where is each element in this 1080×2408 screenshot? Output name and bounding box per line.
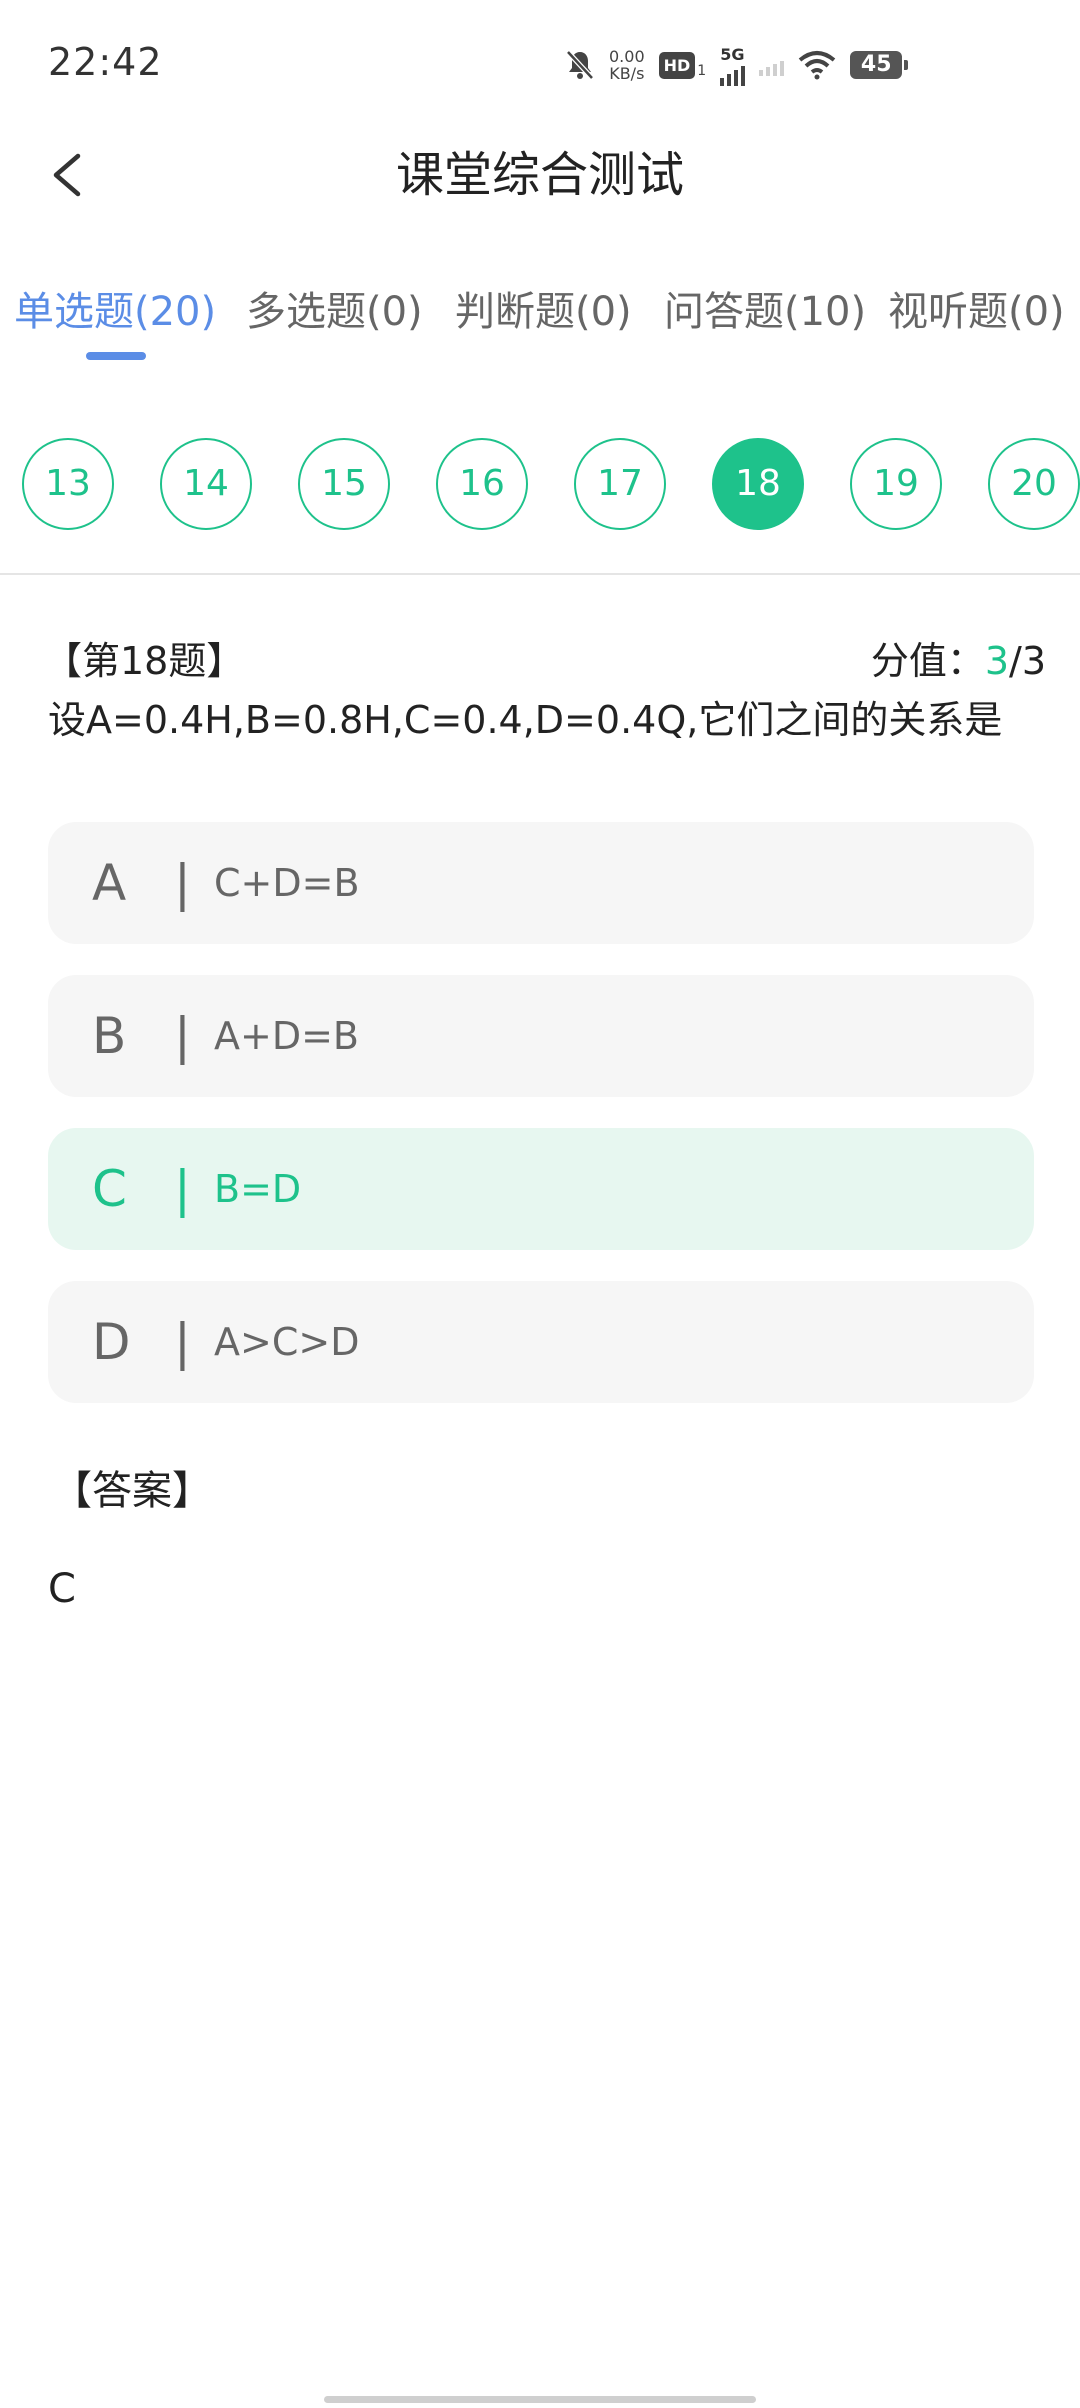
answer-label: 【答案】	[52, 1468, 212, 1514]
option-letter: D	[92, 1313, 131, 1371]
tab-single-choice[interactable]: 单选题(20)	[14, 282, 216, 342]
back-button[interactable]	[40, 140, 100, 210]
option-c[interactable]: C | B=D	[48, 1128, 1034, 1250]
question-number-label: 【第18题】	[44, 639, 245, 683]
question-number-chip[interactable]: 14	[160, 438, 252, 530]
cellular-5g: 5G	[720, 44, 746, 86]
status-bar: 22:42 0.00 KB/s HD 1 5G 45	[0, 0, 1080, 130]
mute-bell-icon	[566, 50, 594, 80]
question-number-chip[interactable]: 17	[574, 438, 666, 530]
option-letter: B	[92, 1007, 127, 1065]
question-number-chip[interactable]: 15	[298, 438, 390, 530]
divider	[0, 573, 1080, 575]
question-number-row: 13 14 15 16 17 18 19 20	[0, 438, 1080, 534]
question-number-chip-active[interactable]: 18	[712, 438, 804, 530]
option-separator: |	[174, 1313, 191, 1371]
status-icons: 0.00 KB/s HD 1 5G 45	[565, 40, 909, 90]
hd-sub: 1	[697, 62, 707, 79]
tab-multiple-choice[interactable]: 多选题(0)	[246, 282, 423, 342]
option-text: C+D=B	[214, 861, 360, 905]
network-type: 5G	[720, 44, 745, 64]
speed-unit: KB/s	[609, 64, 645, 83]
score-total: /3	[1009, 639, 1046, 683]
page-title: 课堂综合测试	[395, 147, 684, 203]
hd-icon: HD	[658, 51, 696, 79]
signal-bars-icon	[720, 64, 746, 86]
home-indicator[interactable]	[324, 2396, 756, 2403]
tab-audio-visual[interactable]: 视听题(0)	[888, 282, 1065, 342]
question-number-chip[interactable]: 19	[850, 438, 942, 530]
wifi-icon	[798, 51, 836, 80]
option-b[interactable]: B | A+D=B	[48, 975, 1034, 1097]
option-separator: |	[174, 1007, 191, 1065]
option-text: B=D	[214, 1167, 302, 1211]
question-text: 设A=0.4H,B=0.8H,C=0.4,D=0.4Q,它们之间的关系是	[48, 698, 1003, 742]
active-tab-indicator	[86, 352, 146, 360]
question-number-chip[interactable]: 13	[22, 438, 114, 530]
score-label: 分值：	[870, 639, 985, 683]
answer-value: C	[48, 1566, 76, 1612]
speed-value: 0.00	[609, 47, 645, 66]
option-text: A+D=B	[214, 1014, 360, 1058]
option-separator: |	[174, 1160, 191, 1218]
clock: 22:42	[48, 40, 163, 84]
hd-indicator: HD 1	[658, 51, 707, 79]
tab-short-answer[interactable]: 问答题(10)	[664, 282, 866, 342]
option-letter: C	[92, 1160, 127, 1218]
option-text: A>C>D	[214, 1320, 360, 1364]
option-separator: |	[174, 854, 191, 912]
tab-true-false[interactable]: 判断题(0)	[455, 282, 632, 342]
option-d[interactable]: D | A>C>D	[48, 1281, 1034, 1403]
question-number-chip[interactable]: 16	[436, 438, 528, 530]
battery-icon: 45	[850, 51, 909, 79]
signal-bars-secondary-icon	[759, 54, 785, 76]
question-score: 分值：3/3	[871, 630, 1046, 685]
chevron-left-icon	[53, 153, 81, 197]
score-earned: 3	[984, 639, 1010, 683]
question-type-tabs: 单选题(20) 多选题(0) 判断题(0) 问答题(10) 视听题(0)	[0, 282, 1080, 362]
network-speed: 0.00 KB/s	[609, 48, 645, 82]
option-letter: A	[92, 854, 127, 912]
question-number-chip[interactable]: 20	[988, 438, 1080, 530]
option-a[interactable]: A | C+D=B	[48, 822, 1034, 944]
